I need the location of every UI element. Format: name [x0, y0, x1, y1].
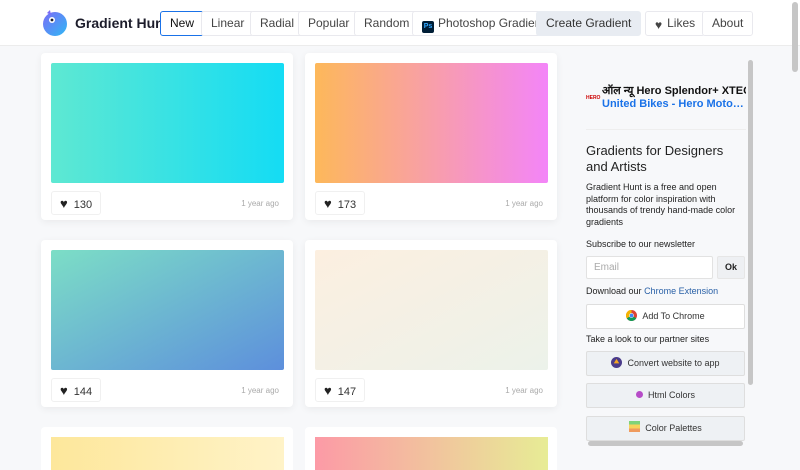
gradient-card: ♥ 173 1 year ago [305, 53, 557, 220]
gradient-swatch[interactable] [51, 437, 284, 470]
brand-name[interactable]: Gradient Hunt [75, 15, 168, 31]
download-text: Download our Chrome Extension [586, 286, 718, 296]
email-field[interactable]: Email [586, 256, 713, 279]
partner-label-0: Convert website to app [627, 358, 720, 368]
partner-html-colors-button[interactable]: Html Colors [586, 383, 745, 408]
nav-photoshop-label: Photoshop Gradients [438, 16, 551, 30]
ad-headline[interactable]: ऑल न्यू Hero Splendor+ XTEC [602, 83, 746, 98]
sidebar-description: Gradient Hunt is a free and open platfor… [586, 182, 736, 227]
likes-button[interactable]: ♥ Likes [645, 11, 706, 36]
nav-random[interactable]: Random [354, 11, 420, 36]
nav-popular[interactable]: Popular [298, 11, 360, 36]
advertisement[interactable]: HERO ऑल न्यू Hero Splendor+ XTEC United … [586, 75, 746, 130]
logo-icon[interactable] [41, 9, 69, 37]
like-button[interactable]: ♥ 173 [315, 191, 366, 215]
timestamp: 1 year ago [505, 199, 543, 208]
timestamp: 1 year ago [505, 386, 543, 395]
like-count: 147 [337, 386, 357, 398]
html-colors-icon [635, 391, 643, 398]
nav-radial[interactable]: Radial [250, 11, 305, 36]
gradient-card: ♥ 144 1 year ago [41, 240, 293, 407]
gradient-card: ♥ 130 1 year ago [41, 53, 293, 220]
gradient-swatch[interactable] [315, 63, 548, 183]
partner-convert-website-button[interactable]: Convert website to app [586, 351, 745, 376]
partner-label: Take a look to our partner sites [586, 334, 710, 344]
heart-icon: ♥ [655, 18, 663, 32]
gradient-swatch[interactable] [51, 63, 284, 183]
create-gradient-button[interactable]: Create Gradient [536, 11, 642, 36]
subscribe-ok-button[interactable]: Ok [717, 256, 745, 279]
sidebar-title: Gradients for Designers and Artists [586, 143, 724, 174]
gradient-swatch[interactable] [51, 250, 284, 370]
heart-icon: ♥ [324, 383, 332, 398]
nav-new[interactable]: New [160, 11, 205, 36]
heart-icon: ♥ [324, 196, 332, 211]
like-button[interactable]: ♥ 144 [51, 378, 102, 402]
like-count: 144 [73, 386, 93, 398]
likes-label: Likes [667, 16, 696, 30]
gradient-card [41, 427, 293, 470]
about-button[interactable]: About [702, 11, 754, 36]
like-button[interactable]: ♥ 130 [51, 191, 102, 215]
add-to-chrome-button[interactable]: Add To Chrome [586, 304, 745, 329]
partner-label-2: Color Palettes [645, 423, 702, 433]
ad-logo: HERO [586, 95, 601, 101]
palette-icon [629, 421, 641, 432]
nav-linear[interactable]: Linear [201, 11, 255, 36]
sidebar-scrollbar[interactable] [748, 60, 753, 385]
app-icon [611, 357, 623, 368]
gradient-card [305, 427, 557, 470]
timestamp: 1 year ago [241, 386, 279, 395]
heart-icon: ♥ [60, 383, 68, 398]
chrome-icon [626, 310, 638, 321]
like-count: 130 [73, 199, 93, 211]
partner-label-1: Html Colors [647, 390, 695, 400]
partner-color-palettes-button[interactable]: Color Palettes [586, 416, 745, 441]
ad-link[interactable]: United Bikes - Hero MotoCorp [602, 98, 746, 110]
download-prefix: Download our [586, 286, 642, 296]
timestamp: 1 year ago [241, 199, 279, 208]
like-count: 173 [337, 199, 357, 211]
add-to-chrome-label: Add To Chrome [642, 311, 705, 321]
gradient-swatch[interactable] [315, 250, 548, 370]
top-navbar: Gradient Hunt New Linear Radial Popular … [0, 0, 800, 46]
chrome-extension-link[interactable]: Chrome Extension [644, 286, 718, 296]
newsletter-label: Subscribe to our newsletter [586, 239, 696, 249]
gradient-swatch[interactable] [315, 437, 548, 470]
heart-icon: ♥ [60, 196, 68, 211]
photoshop-icon: Ps [422, 21, 434, 33]
gradient-card: ♥ 147 1 year ago [305, 240, 557, 407]
page-scrollbar[interactable] [792, 2, 798, 72]
sidebar-horizontal-scrollbar[interactable] [588, 441, 743, 446]
like-button[interactable]: ♥ 147 [315, 378, 366, 402]
